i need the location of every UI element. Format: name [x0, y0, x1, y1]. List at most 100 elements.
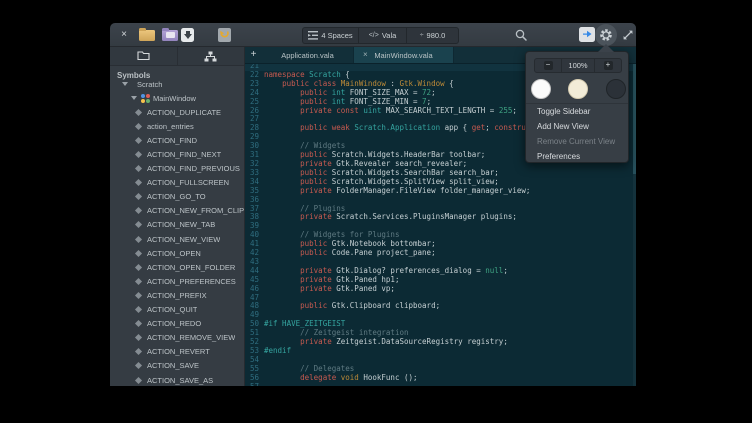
menu-button[interactable]: [595, 24, 617, 46]
symbol-item-action-duplicate[interactable]: ACTION_DUPLICATE: [110, 105, 244, 119]
code-line-57: 57: [245, 383, 636, 386]
expander-icon[interactable]: [131, 96, 137, 100]
symbol-diamond-icon: [135, 348, 142, 355]
symbols-tree: Scratch MainWindow ACTION_DUPLICATE action_…: [110, 77, 244, 386]
templates-folder-icon[interactable]: [162, 30, 178, 41]
symbol-item-action-go-to[interactable]: ACTION_GO_TO: [110, 190, 244, 204]
symbol-label: action_entries: [147, 122, 194, 131]
symbol-item-action-prefix[interactable]: ACTION_PREFIX: [110, 288, 244, 302]
window-close-button[interactable]: ×: [117, 27, 131, 42]
symbol-item-action-open-folder[interactable]: ACTION_OPEN_FOLDER: [110, 260, 244, 274]
symbol-item-action-revert[interactable]: ACTION_REVERT: [110, 345, 244, 359]
headerbar: × 4 Spaces: [110, 23, 636, 47]
symbol-label: ACTION_PREFIX: [147, 291, 207, 300]
line-source: #endif: [259, 347, 291, 356]
line-source: private const uint MAX_SEARCH_TEXT_LENGT…: [259, 107, 517, 116]
share-icon[interactable]: [579, 27, 595, 42]
symbol-item-action-quit[interactable]: ACTION_QUIT: [110, 303, 244, 317]
line-source: public Gtk.Clipboard clipboard;: [259, 302, 440, 311]
symbol-item-action-new-tab[interactable]: ACTION_NEW_TAB: [110, 218, 244, 232]
divide-icon: ÷: [420, 32, 424, 39]
code-line-52: 52 private Zeitgeist.DataSourceRegistry …: [245, 338, 636, 347]
symbol-item-action-remove-view[interactable]: ACTION_REMOVE_VIEW: [110, 331, 244, 345]
symbol-label: ACTION_REVERT: [147, 347, 210, 356]
tab-list: Application.vala ×MainWindow.vala: [262, 47, 454, 63]
expander-icon[interactable]: [122, 82, 128, 86]
symbol-item-action-find-previous[interactable]: ACTION_FIND_PREVIOUS: [110, 162, 244, 176]
line-source: delegate void HookFunc ();: [259, 374, 418, 383]
symbol-diamond-icon: [135, 306, 142, 313]
symbol-item-action-redo[interactable]: ACTION_REDO: [110, 317, 244, 331]
symbol-label: ACTION_REDO: [147, 319, 201, 328]
indent-icon: [308, 31, 318, 40]
symbol-item-action-entries[interactable]: action_entries: [110, 119, 244, 133]
symbol-label: ACTION_OPEN: [147, 249, 201, 258]
symbol-item-scratch[interactable]: Scratch: [110, 77, 244, 91]
symbol-diamond-icon: [135, 334, 142, 341]
scrollbar-thumb[interactable]: [633, 64, 636, 174]
symbol-label: ACTION_SAVE: [147, 361, 199, 370]
symbol-item-mainwindow[interactable]: MainWindow: [110, 91, 244, 105]
symbol-label: ACTION_FIND_NEXT: [147, 150, 221, 159]
zoom-in-button[interactable]: +: [595, 59, 621, 72]
style-scheme-sepia[interactable]: [568, 79, 588, 99]
symbol-item-action-find-next[interactable]: ACTION_FIND_NEXT: [110, 147, 244, 161]
symbol-label: ACTION_FULLSCREEN: [147, 178, 229, 187]
line-source: private Scratch.Services.PluginsManager …: [259, 213, 517, 222]
zoom-out-button[interactable]: −: [535, 59, 561, 72]
symbol-diamond-icon: [135, 207, 142, 214]
symbol-diamond-icon: [135, 151, 142, 158]
new-tab-button[interactable]: +: [245, 47, 262, 63]
zoom-control: − 100% +: [534, 58, 622, 73]
open-file-icon[interactable]: [139, 30, 155, 41]
symbol-item-action-save[interactable]: ACTION_SAVE: [110, 359, 244, 373]
symbol-item-action-save-as[interactable]: ACTION_SAVE_AS: [110, 373, 244, 386]
symbol-item-action-open[interactable]: ACTION_OPEN: [110, 246, 244, 260]
language-button[interactable]: </> Vala: [358, 27, 406, 44]
goto-line-button[interactable]: ÷ 980.0: [406, 27, 459, 44]
app-menu-popover: − 100% + Toggle SidebarAdd New ViewRemov…: [525, 51, 629, 163]
class-icon: [141, 94, 150, 103]
menu-item-toggle-sidebar[interactable]: Toggle Sidebar: [526, 104, 628, 119]
style-scheme-light[interactable]: [531, 79, 551, 99]
style-scheme-dark[interactable]: [606, 79, 626, 99]
indent-width-button[interactable]: 4 Spaces: [302, 27, 358, 44]
search-icon[interactable]: [514, 28, 528, 42]
tab-application-vala[interactable]: Application.vala: [262, 47, 354, 63]
symbol-item-action-new-from-clipboard[interactable]: ACTION_NEW_FROM_CLIPBOARD: [110, 204, 244, 218]
project-files-tab[interactable]: [110, 47, 177, 65]
menu-items: Toggle SidebarAdd New ViewRemove Current…: [526, 104, 628, 164]
symbol-label: MainWindow: [153, 94, 196, 103]
revert-icon[interactable]: [218, 28, 231, 42]
tab-close-icon[interactable]: ×: [363, 47, 368, 64]
tab-label: Application.vala: [281, 51, 334, 60]
code-line-42: 42 public Code.Pane project_pane;: [245, 249, 636, 258]
goto-line-label: 980.0: [427, 31, 446, 40]
save-icon[interactable]: [181, 28, 194, 42]
symbol-label: ACTION_GO_TO: [147, 192, 206, 201]
fullscreen-icon[interactable]: [621, 28, 635, 42]
symbol-diamond-icon: [135, 123, 142, 130]
symbol-item-action-preferences[interactable]: ACTION_PREFERENCES: [110, 274, 244, 288]
symbol-item-action-find[interactable]: ACTION_FIND: [110, 133, 244, 147]
symbol-label: ACTION_PREFERENCES: [147, 277, 236, 286]
zoom-level: 100%: [561, 59, 595, 72]
tab-mainwindow-vala[interactable]: ×MainWindow.vala: [354, 47, 454, 63]
revert-arrow-icon: [218, 28, 231, 42]
line-number: 57: [245, 383, 259, 386]
symbol-diamond-icon: [135, 236, 142, 243]
symbol-item-action-new-view[interactable]: ACTION_NEW_VIEW: [110, 232, 244, 246]
code-line-53: 53#endif: [245, 347, 636, 356]
menu-item-add-new-view[interactable]: Add New View: [526, 119, 628, 134]
symbols-outline-tab[interactable]: [177, 47, 245, 65]
code-line-48: 48 public Gtk.Clipboard clipboard;: [245, 302, 636, 311]
symbol-diamond-icon: [135, 292, 142, 299]
menu-item-preferences[interactable]: Preferences: [526, 149, 628, 164]
symbol-label: ACTION_FIND_PREVIOUS: [147, 164, 240, 173]
symbol-label: ACTION_NEW_FROM_CLIPBOARD: [147, 206, 244, 215]
symbol-item-action-fullscreen[interactable]: ACTION_FULLSCREEN: [110, 176, 244, 190]
editor-scrollbar[interactable]: [633, 64, 636, 386]
popover-arrow: [598, 44, 614, 52]
code-line-56: 56 delegate void HookFunc ();: [245, 374, 636, 383]
symbol-diamond-icon: [135, 193, 142, 200]
